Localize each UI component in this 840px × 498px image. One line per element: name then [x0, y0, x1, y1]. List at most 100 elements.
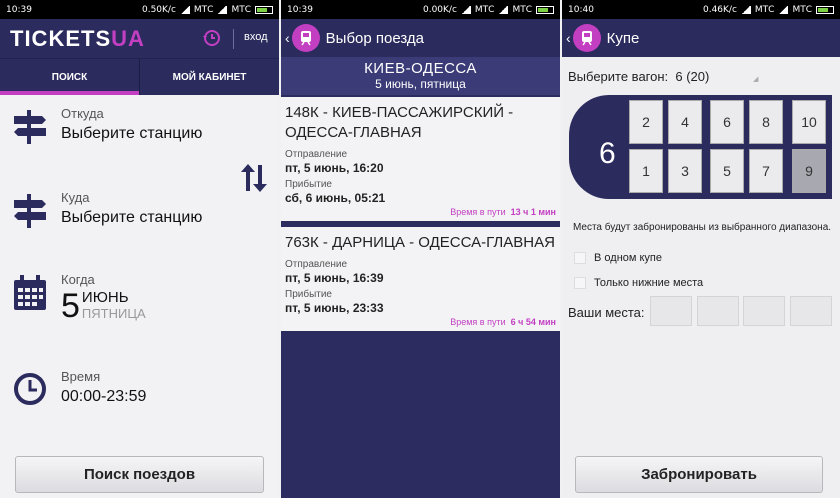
book-button[interactable]: Забронировать — [575, 456, 823, 493]
from-label: Откуда — [61, 106, 104, 121]
status-time: 10:39 — [287, 4, 313, 15]
checkbox-label: Только нижние места — [594, 277, 704, 289]
network-speed: 0.46K/c — [702, 4, 737, 15]
coach-number: 6 — [599, 137, 616, 170]
seat-slot — [743, 296, 785, 326]
clock-icon — [14, 373, 46, 405]
search-screen: 10:39 0.50K/c МТС МТС TICKETSUA вход ПОИ… — [0, 0, 279, 498]
seat-button[interactable]: 7 — [749, 149, 783, 193]
history-icon[interactable] — [202, 28, 222, 48]
network-speed: 0.50K/c — [141, 4, 176, 15]
train-name: 763К - ДАРНИЦА - ОДЕССА-ГЛАВНАЯ — [285, 234, 555, 251]
travel-duration: Время в пути 13 ч 1 мин — [450, 207, 556, 217]
departure-label: Отправление — [285, 259, 348, 270]
arrival-label: Прибытие — [285, 289, 332, 300]
arrival-time: пт, 5 июнь, 23:33 — [285, 301, 384, 315]
arrival-time: сб, 6 июнь, 05:21 — [285, 191, 386, 205]
tab-search[interactable]: ПОИСК — [0, 59, 139, 95]
time-field[interactable]: Время 00:00-23:59 — [12, 369, 146, 409]
seat-button[interactable]: 2 — [629, 100, 663, 144]
same-compartment-checkbox[interactable]: В одном купе — [574, 252, 662, 264]
arrival-label: Прибытие — [285, 179, 332, 190]
seat-button[interactable]: 8 — [749, 100, 783, 144]
seat-button[interactable]: 10 — [792, 100, 826, 144]
train-icon — [572, 24, 601, 52]
app-header: TICKETSUA вход — [0, 19, 279, 58]
lower-seats-checkbox[interactable]: Только нижние места — [574, 277, 703, 289]
swap-stations-icon[interactable] — [238, 163, 268, 193]
tab-my-account[interactable]: МОЙ КАБИНЕТ — [139, 59, 279, 95]
carrier-label: МТС — [474, 4, 495, 15]
train-icon — [291, 24, 320, 52]
travel-duration: Время в пути 6 ч 54 мин — [450, 317, 556, 327]
from-value: Выберите станцию — [61, 125, 203, 142]
search-trains-button[interactable]: Поиск поездов — [15, 456, 264, 493]
to-value: Выберите станцию — [61, 209, 203, 226]
departure-label: Отправление — [285, 149, 348, 160]
screen-title: Выбор поезда — [325, 29, 425, 47]
seat-slot — [697, 296, 739, 326]
signal-icon — [460, 5, 471, 14]
carrier-label: МТС — [792, 4, 812, 15]
main-tabs: ПОИСК МОЙ КАБИНЕТ — [0, 58, 279, 95]
train-card[interactable]: 148К - КИЕВ-ПАССАЖИРСКИЙ - ОДЕССА-ГЛАВНА… — [281, 97, 560, 223]
seat-slot — [790, 296, 832, 326]
back-icon[interactable]: ‹ — [285, 30, 290, 46]
coach-select-value: 6 (20) — [675, 69, 710, 84]
date-weekday: пятница — [81, 306, 146, 321]
train-card[interactable]: 763К - ДАРНИЦА - ОДЕССА-ГЛАВНАЯ Отправле… — [281, 227, 560, 333]
route-banner: КИЕВ-ОДЕССА 5 июнь, пятница — [281, 57, 560, 95]
range-note: Места будут забронированы из выбранного … — [572, 222, 832, 233]
battery-icon — [255, 5, 273, 14]
battery-icon — [536, 5, 554, 14]
checkbox-box[interactable] — [574, 252, 586, 264]
login-button[interactable]: вход — [244, 31, 268, 43]
coach-selector[interactable]: Выберите вагон: 6 (20) ◢ — [568, 69, 758, 84]
header-divider — [233, 29, 234, 49]
signpost-icon — [14, 194, 46, 228]
signal-icon — [498, 5, 509, 14]
carrier-label: МТС — [754, 4, 775, 15]
status-bar: 10:40 0.46K/c МТС МТС — [562, 0, 840, 19]
app-header: ‹ Купе — [562, 19, 840, 57]
departure-time: пт, 5 июнь, 16:20 — [285, 161, 384, 175]
back-icon[interactable]: ‹ — [566, 30, 571, 46]
signal-icon — [179, 5, 190, 14]
seat-slot — [650, 296, 692, 326]
signal-icon — [740, 5, 751, 14]
coach-diagram: 6 2 4 6 8 10 1 3 5 7 9 — [569, 95, 832, 199]
train-list-screen: 10:39 0.00K/c МТС МТС ‹ Выбор поезда КИЕ… — [281, 0, 560, 498]
carrier-label: МТС — [512, 4, 532, 15]
seat-selection-screen: 10:40 0.46K/c МТС МТС ‹ Купе Выберите ва… — [562, 0, 840, 498]
signal-icon — [778, 5, 789, 14]
to-station-field[interactable]: Куда Выберите станцию — [12, 190, 202, 230]
route-date: 5 июнь, пятница — [375, 77, 466, 91]
date-day: 5 — [61, 287, 80, 325]
seat-button-selected[interactable]: 9 — [792, 149, 826, 193]
status-time: 10:40 — [568, 4, 594, 15]
app-header: ‹ Выбор поезда — [281, 19, 560, 57]
seat-button[interactable]: 3 — [668, 149, 702, 193]
from-station-field[interactable]: Откуда Выберите станцию — [12, 106, 202, 146]
your-seats-label: Ваши места: — [568, 305, 645, 320]
signpost-icon — [14, 110, 46, 144]
checkbox-label: В одном купе — [594, 252, 663, 264]
carrier-label: МТС — [193, 4, 214, 15]
time-label: Время — [61, 369, 101, 384]
status-time: 10:39 — [6, 4, 32, 15]
seat-button[interactable]: 6 — [710, 100, 744, 144]
seat-button[interactable]: 4 — [668, 100, 702, 144]
coach-select-label: Выберите вагон: — [568, 69, 669, 84]
signal-icon — [217, 5, 228, 14]
departure-time: пт, 5 июнь, 16:39 — [285, 271, 384, 285]
time-value: 00:00-23:59 — [61, 388, 147, 405]
route-name: КИЕВ-ОДЕССА — [364, 60, 477, 77]
checkbox-box[interactable] — [574, 277, 586, 289]
to-label: Куда — [61, 190, 90, 205]
screen-title: Купе — [606, 29, 640, 47]
date-month: июнь — [81, 289, 129, 306]
seat-button[interactable]: 5 — [710, 149, 744, 193]
seat-button[interactable]: 1 — [629, 149, 663, 193]
status-bar: 10:39 0.50K/c МТС МТС — [0, 0, 279, 19]
date-field[interactable]: Когда 5 июнь пятница — [12, 272, 146, 325]
